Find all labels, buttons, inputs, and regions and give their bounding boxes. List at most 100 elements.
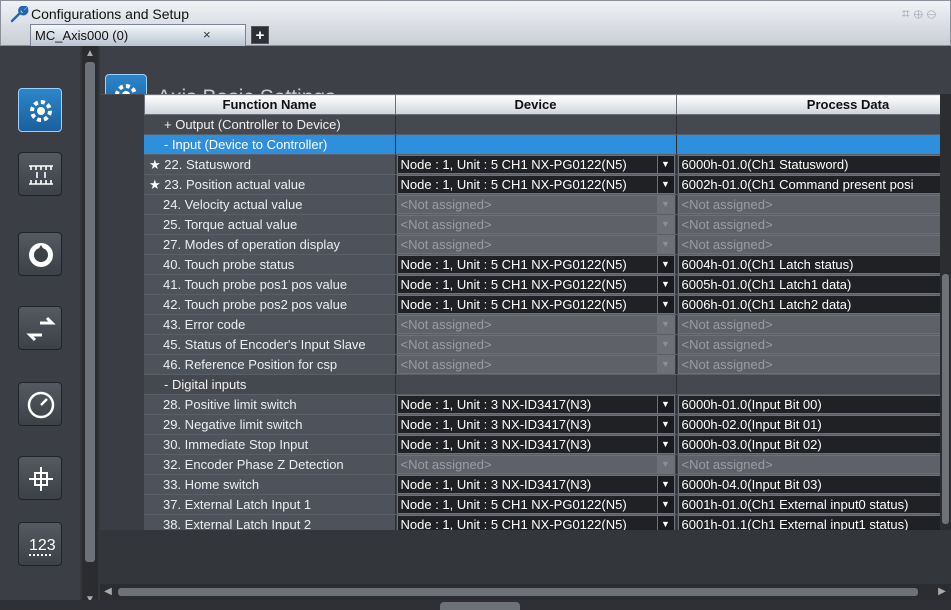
device-select[interactable]: Node : 1, Unit : 5 CH1 NX-PG0122(N5) ▼ (396, 255, 675, 274)
function-name-cell[interactable]: 38. External Latch Input 2 (144, 514, 395, 530)
scroll-right-icon[interactable]: ▶ (936, 586, 948, 598)
dropdown-arrow-icon[interactable]: ▼ (656, 276, 674, 293)
dropdown-arrow-icon[interactable]: ▼ (656, 196, 674, 213)
function-name-cell[interactable]: 42. Touch probe pos2 pos value (144, 294, 395, 315)
device-select[interactable]: <Not assigned> ▼ (396, 335, 675, 354)
device-select[interactable]: <Not assigned> ▼ (396, 215, 675, 234)
table-group-row[interactable]: + Output (Controller to Device) (100, 114, 951, 135)
horizontal-scroll-thumb[interactable] (118, 588, 918, 596)
device-cell[interactable]: Node : 1, Unit : 5 CH1 NX-PG0122(N5) ▼ (394, 494, 676, 515)
tab-mc-axis000[interactable]: MC_Axis000 (0) × (30, 24, 246, 46)
function-name-cell[interactable]: 30. Immediate Stop Input (144, 434, 395, 455)
table-row[interactable]: 29. Negative limit switch Node : 1, Unit … (100, 414, 951, 435)
device-header[interactable]: Device (394, 94, 677, 115)
process-data-header[interactable]: Process Data (675, 94, 951, 115)
process-data-cell[interactable]: 6006h-01.0(Ch1 Latch2 data) (675, 294, 951, 315)
scroll-left-icon[interactable]: ◀ (102, 586, 114, 598)
process-data-cell[interactable]: <Not assigned> (675, 354, 951, 375)
sidebar-scroll-thumb[interactable] (85, 62, 95, 562)
table-horizontal-scrollbar[interactable]: ◀ ▶ (100, 584, 951, 600)
process-data-cell[interactable]: <Not assigned> (675, 194, 951, 215)
process-data-cell[interactable]: <Not assigned> (675, 214, 951, 235)
device-cell[interactable]: Node : 1, Unit : 5 CH1 NX-PG0122(N5) ▼ (394, 174, 676, 195)
function-name-cell[interactable]: 41. Touch probe pos1 pos value (144, 274, 395, 295)
device-cell[interactable]: <Not assigned> ▼ (394, 314, 676, 335)
table-row[interactable]: 45. Status of Encoder's Input Slave <Not … (100, 334, 951, 355)
device-select[interactable]: <Not assigned> ▼ (396, 455, 675, 474)
window-controls[interactable]: ⌗⊕⊖ (902, 5, 940, 22)
device-select[interactable]: Node : 1, Unit : 5 CH1 NX-PG0122(N5) ▼ (396, 175, 675, 194)
device-cell[interactable]: Node : 1, Unit : 5 CH1 NX-PG0122(N5) ▼ (394, 154, 676, 175)
scroll-up-icon[interactable]: ▲ (84, 48, 96, 60)
process-data-cell[interactable]: 6000h-03.0(Input Bit 02) (675, 434, 951, 455)
function-name-cell[interactable]: 37. External Latch Input 1 (144, 494, 395, 515)
process-data-cell[interactable]: 6000h-02.0(Input Bit 01) (675, 414, 951, 435)
function-name-cell[interactable]: 27. Modes of operation display (144, 234, 395, 255)
function-name-cell[interactable]: 40. Touch probe status (144, 254, 395, 275)
table-row[interactable]: ★ 23. Position actual value Node : 1, Uni… (100, 174, 951, 195)
function-name-cell[interactable]: 25. Torque actual value (144, 214, 395, 235)
dropdown-arrow-icon[interactable]: ▼ (656, 476, 674, 493)
device-select[interactable]: Node : 1, Unit : 5 CH1 NX-PG0122(N5) ▼ (396, 515, 675, 530)
device-cell[interactable]: Node : 1, Unit : 5 CH1 NX-PG0122(N5) ▼ (394, 254, 676, 275)
device-select[interactable]: Node : 1, Unit : 3 NX-ID3417(N3) ▼ (396, 415, 675, 434)
add-tab-button[interactable]: + (251, 26, 269, 44)
tab-close-icon[interactable]: × (203, 27, 211, 42)
process-data-cell[interactable]: <Not assigned> (675, 454, 951, 475)
table-row[interactable]: 30. Immediate Stop Input Node : 1, Unit :… (100, 434, 951, 455)
sidebar-scrollbar[interactable]: ▲ ▼ (82, 46, 98, 610)
dropdown-arrow-icon[interactable]: ▼ (656, 496, 674, 513)
device-cell[interactable]: Node : 1, Unit : 3 NX-ID3417(N3) ▼ (394, 474, 676, 495)
position-button[interactable] (18, 456, 62, 500)
function-name-cell[interactable]: 29. Negative limit switch (144, 414, 395, 435)
function-name-cell[interactable]: 32. Encoder Phase Z Detection (144, 454, 395, 475)
dropdown-arrow-icon[interactable]: ▼ (656, 396, 674, 413)
function-name-header[interactable]: Function Name (143, 94, 396, 115)
device-cell[interactable]: <Not assigned> ▼ (394, 234, 676, 255)
function-name-cell[interactable]: 43. Error code (144, 314, 395, 335)
function-name-cell[interactable]: 46. Reference Position for csp (144, 354, 395, 375)
process-data-cell[interactable]: 6004h-01.0(Ch1 Latch status) (675, 254, 951, 275)
device-cell[interactable]: Node : 1, Unit : 3 NX-ID3417(N3) ▼ (394, 414, 676, 435)
dropdown-arrow-icon[interactable]: ▼ (656, 316, 674, 333)
table-row[interactable]: 40. Touch probe status Node : 1, Unit : 5… (100, 254, 951, 275)
dropdown-arrow-icon[interactable]: ▼ (656, 416, 674, 433)
table-row[interactable]: 43. Error code <Not assigned> ▼ <Not assign… (100, 314, 951, 335)
function-name-cell[interactable]: ★ 22. Statusword (144, 154, 395, 175)
function-name-cell[interactable]: 24. Velocity actual value (144, 194, 395, 215)
device-cell[interactable]: <Not assigned> ▼ (394, 334, 676, 355)
table-row[interactable]: 38. External Latch Input 2 Node : 1, Unit… (100, 514, 951, 530)
function-name-cell[interactable]: - Input (Device to Controller) (144, 134, 395, 155)
dropdown-arrow-icon[interactable]: ▼ (656, 236, 674, 253)
process-data-cell[interactable]: <Not assigned> (675, 334, 951, 355)
device-select[interactable]: Node : 1, Unit : 3 NX-ID3417(N3) ▼ (396, 475, 675, 494)
table-vertical-scrollbar[interactable] (940, 94, 951, 530)
process-data-cell[interactable]: <Not assigned> (675, 234, 951, 255)
device-cell[interactable]: <Not assigned> ▼ (394, 354, 676, 375)
numeric-button[interactable]: 123 (18, 522, 62, 566)
table-group-row[interactable]: - Digital inputs (100, 374, 951, 395)
dropdown-arrow-icon[interactable]: ▼ (656, 436, 674, 453)
axis-settings-button[interactable] (18, 88, 62, 132)
process-data-cell[interactable]: 6000h-01.0(Input Bit 00) (675, 394, 951, 415)
function-name-cell[interactable]: + Output (Controller to Device) (144, 114, 395, 135)
function-name-cell[interactable]: ★ 23. Position actual value (144, 174, 395, 195)
device-select[interactable]: <Not assigned> ▼ (396, 195, 675, 214)
table-row[interactable]: 27. Modes of operation display <Not assig… (100, 234, 951, 255)
table-row[interactable]: 46. Reference Position for csp <Not assig… (100, 354, 951, 375)
device-cell[interactable]: <Not assigned> ▼ (394, 194, 676, 215)
dropdown-arrow-icon[interactable]: ▼ (656, 516, 674, 530)
function-name-cell[interactable]: 45. Status of Encoder's Input Slave (144, 334, 395, 355)
speedometer-button[interactable] (18, 382, 62, 426)
device-select[interactable]: Node : 1, Unit : 3 NX-ID3417(N3) ▼ (396, 395, 675, 414)
process-data-cell[interactable]: 6001h-01.0(Ch1 External input0 status) (675, 494, 951, 515)
table-row[interactable]: 25. Torque actual value <Not assigned> ▼ <N… (100, 214, 951, 235)
dropdown-arrow-icon[interactable]: ▼ (656, 456, 674, 473)
dropdown-arrow-icon[interactable]: ▼ (656, 296, 674, 313)
vertical-scroll-thumb[interactable] (942, 274, 949, 524)
device-cell[interactable]: Node : 1, Unit : 5 CH1 NX-PG0122(N5) ▼ (394, 294, 676, 315)
device-cell[interactable]: Node : 1, Unit : 5 CH1 NX-PG0122(N5) ▼ (394, 514, 676, 530)
function-name-cell[interactable]: 28. Positive limit switch (144, 394, 395, 415)
device-cell[interactable]: Node : 1, Unit : 5 CH1 NX-PG0122(N5) ▼ (394, 274, 676, 295)
table-row[interactable]: 37. External Latch Input 1 Node : 1, Unit… (100, 494, 951, 515)
